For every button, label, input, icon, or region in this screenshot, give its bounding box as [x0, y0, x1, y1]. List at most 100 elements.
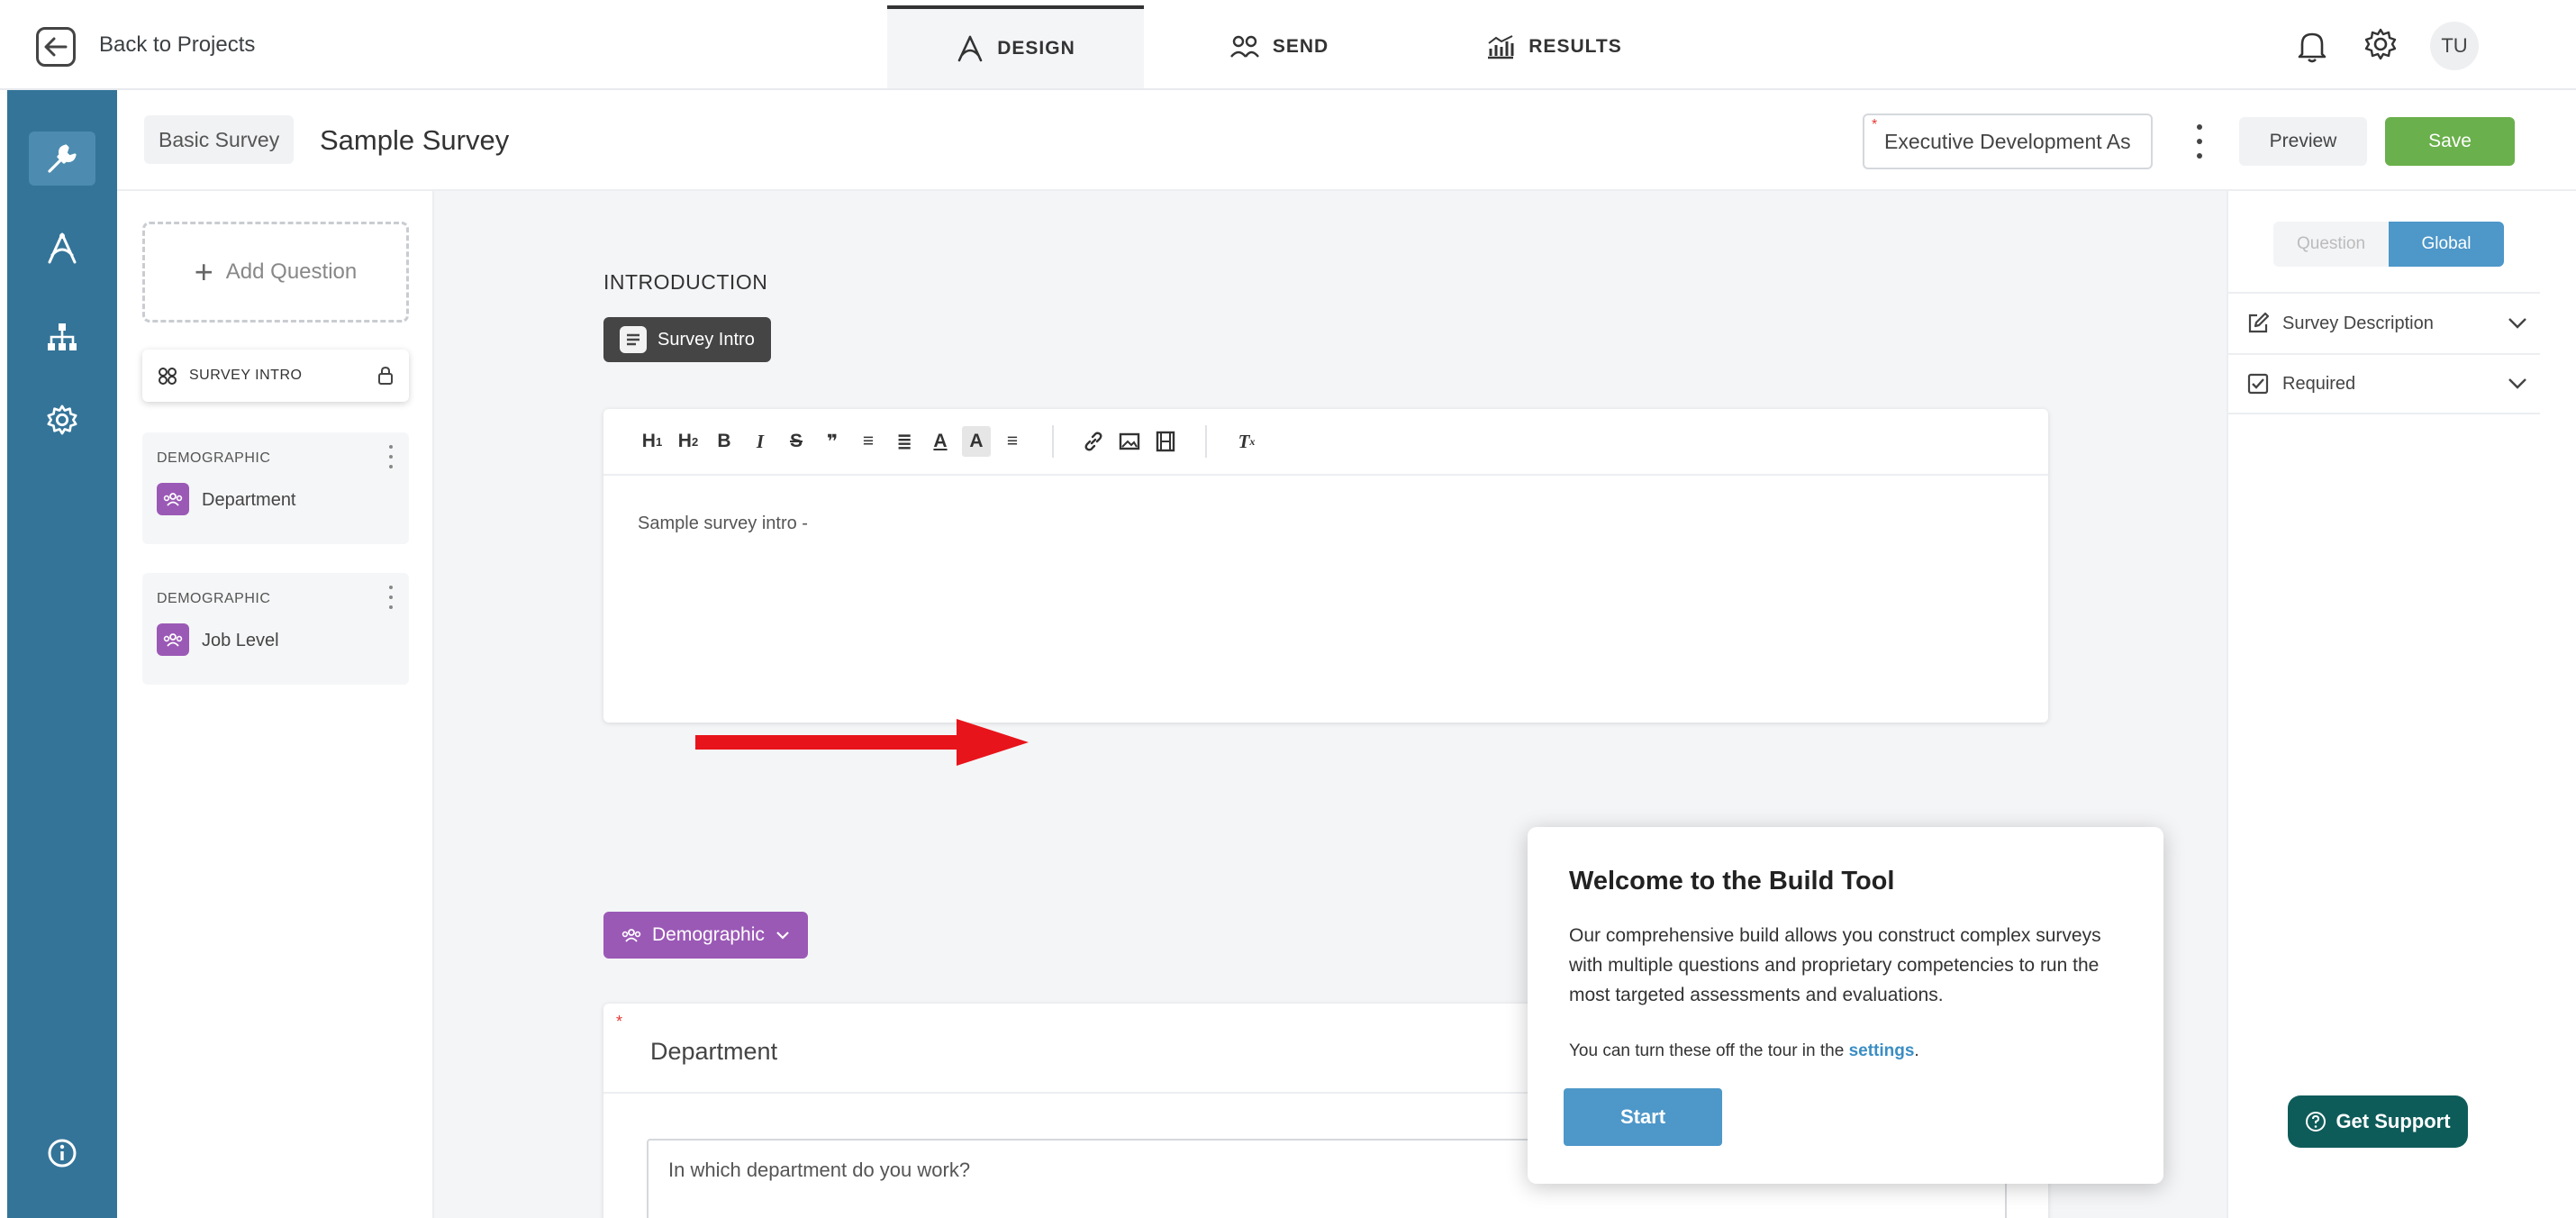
video-button[interactable] [1151, 426, 1180, 457]
settings-button[interactable] [2363, 27, 2398, 61]
survey-title: Sample Survey [320, 124, 510, 156]
required-marker: * [616, 1013, 623, 1031]
popup-note-suffix: . [1914, 1041, 1919, 1060]
design-icon [957, 35, 983, 62]
tab-design[interactable]: DESIGN [887, 5, 1144, 88]
people-icon [1229, 35, 1259, 58]
notifications-button[interactable] [2297, 29, 2327, 63]
heading1-button[interactable]: H1 [638, 426, 667, 457]
hierarchy-icon [48, 323, 77, 350]
popup-body: Our comprehensive build allows you const… [1569, 925, 2101, 1005]
settings-link[interactable]: settings [1849, 1041, 1915, 1060]
h1-sub: 1 [655, 434, 663, 449]
clear-format-button[interactable]: Tx [1232, 426, 1261, 457]
image-button[interactable] [1115, 426, 1144, 457]
user-avatar[interactable]: TU [2430, 22, 2479, 70]
clear-format-sub: x [1249, 434, 1256, 448]
align-button[interactable]: ≡ [998, 426, 1027, 457]
link-button[interactable] [1079, 426, 1108, 457]
rail-item-build[interactable] [29, 132, 95, 186]
survey-header: Basic Survey Sample Survey * Executive D… [117, 90, 2576, 191]
welcome-tour-popup: Welcome to the Build Tool Our comprehens… [1528, 827, 2163, 1184]
ordered-list-button[interactable]: ≡ [854, 426, 883, 457]
dot-icon [389, 455, 393, 459]
popup-note: You can turn these off the tour in the s… [1569, 1041, 1919, 1061]
assessment-select[interactable]: * Executive Development As [1863, 114, 2153, 169]
survey-intro-label: SURVEY INTRO [189, 368, 303, 383]
required-section[interactable]: Required [2228, 353, 2540, 414]
chevron-down-icon [776, 932, 789, 940]
start-tour-button[interactable]: Start [1564, 1088, 1722, 1146]
help-icon [2306, 1112, 2327, 1132]
dot-icon [2197, 139, 2202, 144]
intro-text-content[interactable]: Sample survey intro - [638, 514, 808, 534]
intro-rich-text-editor[interactable]: H1 H2 B I S ❞ ≡ ≣ A A ≡ Tx Sample survey… [603, 409, 2048, 723]
lock-icon [378, 366, 393, 385]
left-rail [7, 90, 117, 1218]
clear-format-icon: T [1238, 430, 1250, 452]
demographic-question-icon [157, 483, 189, 515]
save-button[interactable]: Save [2385, 117, 2515, 166]
back-to-projects-link[interactable]: Back to Projects [99, 32, 255, 58]
item-menu-button[interactable] [385, 445, 396, 468]
bullet-list-button[interactable]: ≣ [890, 426, 919, 457]
editor-toolbar: H1 H2 B I S ❞ ≡ ≣ A A ≡ Tx [603, 409, 2048, 476]
tab-results[interactable]: RESULTS [1455, 5, 1653, 88]
properties-panel: Question Global Survey Description Requi… [2227, 191, 2576, 1218]
h1-glyph: H [641, 431, 656, 451]
scope-toggle: Question Global [2273, 222, 2504, 267]
survey-type-chip: Basic Survey [144, 115, 295, 164]
checkbox-icon [2247, 373, 2269, 395]
tab-question-scope[interactable]: Question [2273, 222, 2389, 267]
design-icon [48, 232, 77, 264]
survey-intro-tag: Survey Intro [603, 317, 771, 362]
survey-intro-item[interactable]: SURVEY INTRO [142, 350, 409, 402]
strikethrough-button[interactable]: S [782, 426, 811, 457]
item-menu-button[interactable] [385, 586, 396, 609]
top-bar: Back to Projects DESIGN SEND RESULTS TU [0, 0, 2576, 90]
tab-send[interactable]: SEND [1189, 5, 1369, 88]
dot-icon [2197, 153, 2202, 159]
question-list-item[interactable]: DEMOGRAPHIC Job Level [142, 573, 409, 685]
rail-item-design[interactable] [29, 222, 95, 276]
italic-button[interactable]: I [746, 426, 775, 457]
chevron-down-icon [2508, 318, 2526, 329]
rail-item-info[interactable] [29, 1126, 95, 1180]
link-icon [1084, 432, 1102, 451]
demographic-category-dropdown[interactable]: Demographic [603, 912, 808, 959]
rail-item-logic[interactable] [29, 310, 95, 364]
bold-button[interactable]: B [710, 426, 739, 457]
highlight-button[interactable]: A [962, 426, 991, 457]
question-title[interactable]: Department [650, 1038, 777, 1066]
info-icon [48, 1139, 77, 1168]
more-options-button[interactable] [2189, 124, 2210, 159]
group-icon [163, 493, 183, 506]
heading2-button[interactable]: H2 [674, 426, 703, 457]
dot-icon [2197, 124, 2202, 130]
wrench-icon [48, 144, 77, 173]
section-heading: INTRODUCTION [603, 270, 768, 294]
tab-global-scope[interactable]: Global [2389, 222, 2504, 267]
question-name: Department [202, 490, 296, 510]
image-icon [1119, 432, 1140, 450]
question-list-panel: + Add Question SURVEY INTRO DEMOGRAPHIC … [117, 191, 434, 1218]
text-block-icon [620, 326, 647, 353]
preview-button[interactable]: Preview [2239, 117, 2367, 166]
dot-icon [389, 586, 393, 589]
back-button[interactable] [36, 27, 76, 67]
arrow-left-icon [44, 37, 68, 57]
rail-item-settings[interactable] [29, 393, 95, 447]
tab-results-label: RESULTS [1528, 36, 1622, 57]
add-question-button[interactable]: + Add Question [142, 222, 409, 323]
survey-intro-tag-label: Survey Intro [658, 329, 755, 350]
popup-note-text: You can turn these off the tour in the [1569, 1041, 1845, 1060]
toolbar-divider [1205, 425, 1207, 458]
font-color-button[interactable]: A [926, 426, 955, 457]
required-label: Required [2282, 373, 2356, 394]
get-support-button[interactable]: Get Support [2288, 1095, 2468, 1148]
blockquote-button[interactable]: ❞ [818, 426, 847, 457]
survey-description-section[interactable]: Survey Description [2228, 292, 2540, 353]
group-icon [163, 633, 183, 647]
dot-icon [389, 595, 393, 599]
question-list-item[interactable]: DEMOGRAPHIC Department [142, 432, 409, 544]
